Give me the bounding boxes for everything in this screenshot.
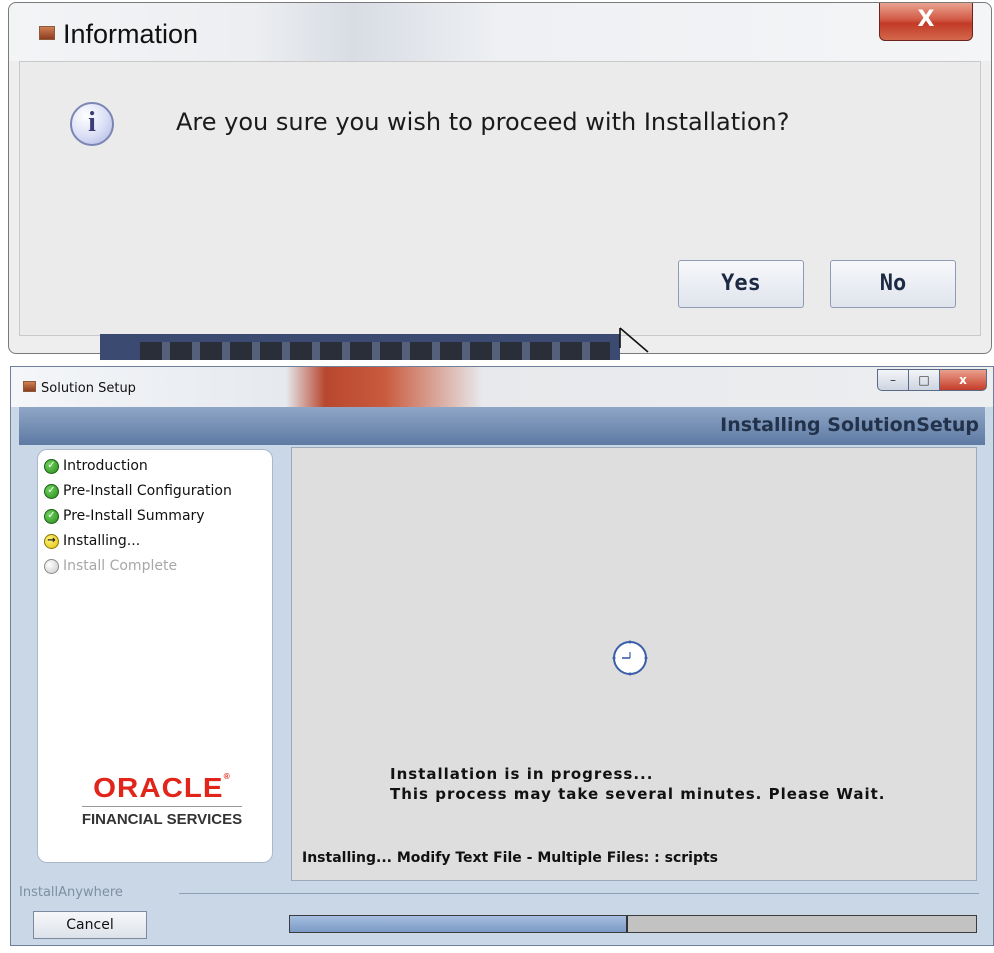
setup-titlebar[interactable]: Solution Setup – □ x — [11, 367, 993, 407]
java-app-icon — [33, 23, 57, 43]
green-check-icon: ✓ — [44, 508, 59, 524]
oracle-wordmark: ORACLE® — [93, 772, 231, 803]
info-icon: i — [70, 102, 114, 146]
maximize-button[interactable]: □ — [908, 369, 940, 391]
step-introduction: ✓ Introduction — [44, 456, 148, 476]
step-install-complete: Install Complete — [44, 556, 177, 576]
mouse-cursor-icon — [619, 327, 649, 353]
no-button[interactable]: No — [830, 260, 956, 308]
yes-button[interactable]: Yes — [678, 260, 804, 308]
step-pre-install-configuration: ✓ Pre-Install Configuration — [44, 481, 232, 501]
gray-circle-icon — [44, 558, 59, 574]
progress-subtitle: This process may take several minutes. P… — [390, 785, 886, 803]
progress-message: Installation is in progress... This proc… — [390, 764, 886, 804]
step-label: Pre-Install Configuration — [63, 483, 232, 499]
install-steps-panel: ✓ Introduction ✓ Pre-Install Configurati… — [37, 449, 273, 863]
step-pre-install-summary: ✓ Pre-Install Summary — [44, 506, 205, 526]
step-label: Install Complete — [63, 558, 178, 574]
oracle-financial-services-logo: ORACLE® FINANCIAL SERVICES — [62, 772, 262, 828]
setup-window-title: Solution Setup — [41, 381, 136, 396]
current-install-action: Installing... Modify Text File - Multipl… — [302, 850, 719, 866]
setup-header-title: Installing SolutionSetup — [720, 414, 979, 436]
step-label: Introduction — [63, 458, 148, 474]
step-label: Pre-Install Summary — [63, 508, 205, 524]
information-dialog: Information X i Are you sure you wish to… — [8, 2, 992, 354]
java-app-icon — [19, 379, 43, 399]
yellow-arrow-icon: → — [44, 533, 59, 549]
confirmation-message: Are you sure you wish to proceed with In… — [176, 108, 790, 136]
info-dialog-titlebar[interactable]: Information X — [9, 3, 991, 61]
install-progress-bar — [289, 915, 977, 933]
install-progress-fill — [290, 916, 629, 932]
install-progress-panel: Installation is in progress... This proc… — [291, 447, 977, 881]
info-dialog-body: i Are you sure you wish to proceed with … — [19, 61, 981, 336]
green-check-icon: ✓ — [44, 458, 59, 474]
green-check-icon: ✓ — [44, 483, 59, 499]
minimize-button[interactable]: – — [877, 369, 909, 391]
cancel-button[interactable]: Cancel — [33, 911, 147, 939]
info-dialog-close-button[interactable]: X — [879, 3, 973, 41]
setup-header-bar: Installing SolutionSetup — [19, 407, 985, 445]
clock-icon — [612, 640, 648, 676]
background-window-fragment — [100, 334, 620, 360]
info-dialog-title: Information — [63, 19, 199, 49]
oracle-subtitle: FINANCIAL SERVICES — [81, 811, 243, 828]
step-installing: → Installing... — [44, 531, 140, 551]
progress-title: Installation is in progress... — [390, 765, 654, 783]
installanywhere-label: InstallAnywhere — [19, 885, 123, 900]
close-button[interactable]: x — [939, 369, 987, 391]
solution-setup-window: Solution Setup – □ x Installing Solution… — [10, 366, 994, 946]
window-controls: – □ x — [877, 369, 987, 395]
footer-divider — [179, 893, 979, 894]
step-label: Installing... — [63, 533, 141, 549]
